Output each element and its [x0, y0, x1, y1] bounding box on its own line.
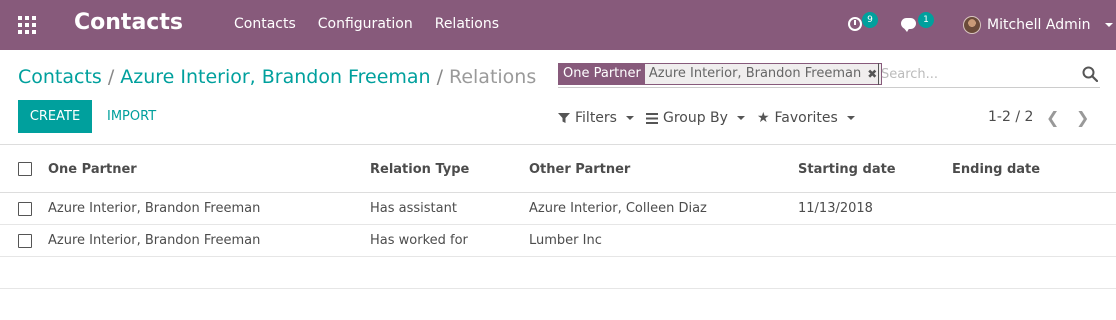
breadcrumb-separator: /: [436, 66, 443, 88]
row-checkbox[interactable]: [18, 234, 32, 248]
menu-item-configuration[interactable]: Configuration: [318, 16, 413, 32]
facet-value-container: Azure Interior, Brandon Freeman ✖: [644, 64, 882, 84]
chevron-down-icon: [1104, 23, 1113, 27]
top-menu: Contacts Configuration Relations: [234, 16, 499, 32]
clock-icon: [848, 17, 862, 31]
filters-dropdown[interactable]: Filters: [558, 110, 634, 126]
chevron-right-icon[interactable]: ❯: [1076, 108, 1089, 127]
breadcrumb-contacts[interactable]: Contacts: [18, 66, 102, 88]
row-checkbox[interactable]: [18, 202, 32, 216]
search-facet: One Partner Azure Interior, Brandon Free…: [558, 63, 883, 85]
menu-item-contacts[interactable]: Contacts: [234, 16, 296, 32]
create-button[interactable]: CREATE: [18, 100, 92, 133]
chevron-down-icon: [846, 116, 855, 120]
cell-one-partner: Azure Interior, Brandon Freeman: [48, 201, 261, 216]
breadcrumb: Contacts / Azure Interior, Brandon Freeman…: [18, 66, 536, 88]
group-by-label: Group By: [662, 110, 728, 126]
messages-icon[interactable]: 1: [901, 12, 935, 37]
select-all-checkbox[interactable]: [18, 162, 32, 176]
cell-other-partner: Lumber Inc: [529, 233, 602, 248]
cell-one-partner: Azure Interior, Brandon Freeman: [48, 233, 261, 248]
column-header-starting-date[interactable]: Starting date: [798, 162, 896, 177]
chat-bubble-icon: [901, 18, 916, 32]
pager-value[interactable]: 1-2 / 2: [988, 109, 1033, 125]
cell-relation-type: Has worked for: [370, 233, 468, 248]
search-options: Filters Group By ★ Favorites: [558, 110, 855, 126]
table-header: One Partner Relation Type Other Partner …: [0, 144, 1116, 193]
chevron-down-icon: [736, 116, 745, 120]
search-bar: One Partner Azure Interior, Brandon Free…: [558, 62, 1100, 88]
message-count-badge: 1: [918, 12, 934, 28]
user-menu[interactable]: Mitchell Admin: [963, 13, 1113, 37]
column-header-other-partner[interactable]: Other Partner: [529, 162, 630, 177]
cell-starting-date: 11/13/2018: [798, 201, 873, 216]
empty-row: [0, 257, 1116, 289]
column-header-relation-type[interactable]: Relation Type: [370, 162, 469, 177]
group-by-dropdown[interactable]: Group By: [645, 110, 745, 126]
activity-icon[interactable]: 9: [848, 12, 878, 37]
breadcrumb-current: Relations: [448, 66, 537, 88]
search-icon[interactable]: [1082, 66, 1098, 82]
star-icon: ★: [756, 110, 770, 126]
user-name: Mitchell Admin: [987, 17, 1091, 33]
top-navbar: Contacts Contacts Configuration Relation…: [0, 0, 1116, 50]
facet-label: One Partner: [559, 64, 645, 84]
facet-value: Azure Interior, Brandon Freeman: [648, 66, 862, 81]
app-title: Contacts: [74, 10, 183, 35]
activity-count-badge: 9: [862, 12, 878, 28]
breadcrumb-separator: /: [107, 66, 115, 88]
cell-other-partner: Azure Interior, Colleen Diaz: [529, 201, 707, 216]
table-row[interactable]: Azure Interior, Brandon Freeman Has work…: [0, 225, 1116, 257]
table-row[interactable]: Azure Interior, Brandon Freeman Has assi…: [0, 193, 1116, 225]
close-icon[interactable]: ✖: [867, 64, 877, 84]
chevron-down-icon: [625, 116, 634, 120]
menu-item-relations[interactable]: Relations: [435, 16, 499, 32]
relations-table: One Partner Relation Type Other Partner …: [0, 144, 1116, 289]
import-button[interactable]: IMPORT: [107, 100, 156, 133]
favorites-label: Favorites: [774, 110, 838, 126]
breadcrumb-partner[interactable]: Azure Interior, Brandon Freeman: [120, 66, 430, 88]
search-input[interactable]: [878, 63, 1068, 85]
chevron-left-icon[interactable]: ❮: [1046, 108, 1059, 127]
column-header-one-partner[interactable]: One Partner: [48, 162, 137, 177]
column-header-ending-date[interactable]: Ending date: [952, 162, 1040, 177]
apps-menu-icon[interactable]: [18, 16, 36, 34]
filters-label: Filters: [575, 110, 617, 126]
cell-relation-type: Has assistant: [370, 201, 457, 216]
avatar: [963, 16, 981, 34]
list-icon: [645, 112, 658, 124]
filter-icon: [558, 113, 570, 123]
favorites-dropdown[interactable]: ★ Favorites: [757, 110, 855, 126]
